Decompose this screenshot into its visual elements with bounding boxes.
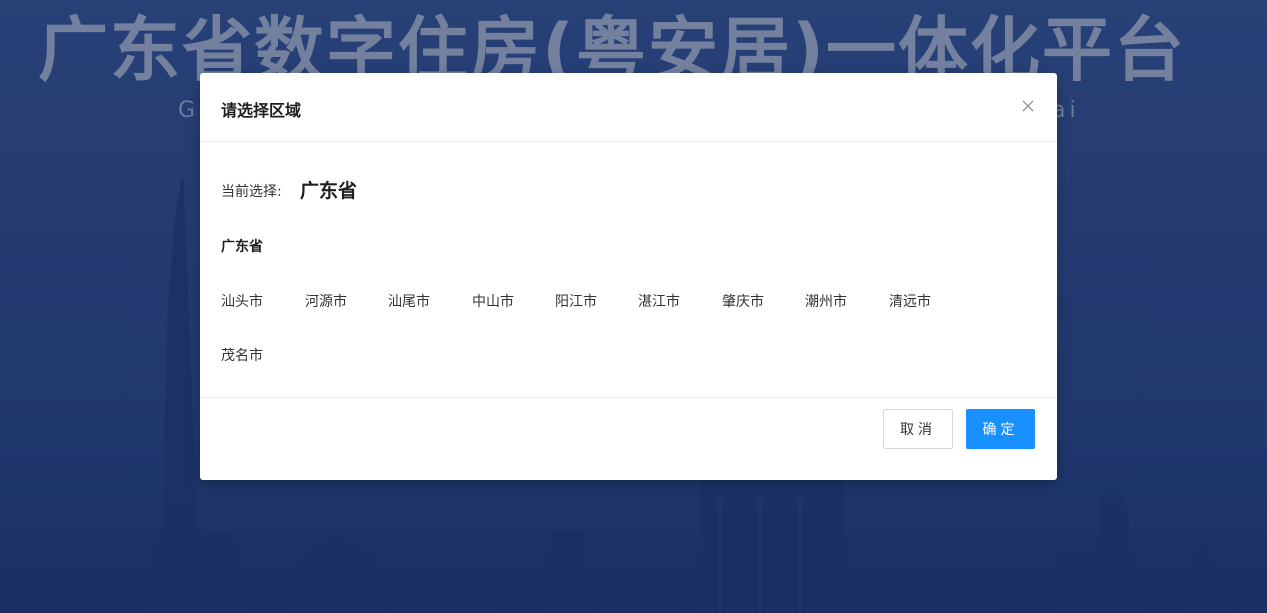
dialog-title: 请选择区域 bbox=[221, 101, 302, 120]
dialog-footer: 取消 确定 bbox=[200, 398, 1057, 481]
city-option[interactable]: 潮州市 bbox=[805, 291, 847, 311]
city-option[interactable]: 阳江市 bbox=[555, 291, 597, 311]
province-heading[interactable]: 广东省 bbox=[221, 236, 263, 256]
dialog-header: 请选择区域 bbox=[200, 73, 1057, 142]
city-option[interactable]: 肇庆市 bbox=[722, 291, 764, 311]
city-option[interactable]: 茂名市 bbox=[221, 345, 263, 365]
city-option[interactable]: 汕尾市 bbox=[388, 291, 430, 311]
region-select-dialog: 请选择区域 当前选择: 广东省 广东省 汕头市 河源市 汕尾市 中山市 阳江市 … bbox=[200, 73, 1057, 480]
cancel-button[interactable]: 取消 bbox=[883, 409, 953, 449]
city-option[interactable]: 中山市 bbox=[472, 291, 514, 311]
current-selection-label: 当前选择: bbox=[221, 184, 282, 200]
current-selection-value: 广东省 bbox=[300, 180, 358, 202]
city-option[interactable]: 河源市 bbox=[305, 291, 347, 311]
dialog-body: 当前选择: 广东省 广东省 汕头市 河源市 汕尾市 中山市 阳江市 湛江市 肇庆… bbox=[200, 142, 1057, 398]
page-background: 广东省数字住房(粤安居)一体化平台 G ai 请选择区域 当前选择: 广东省 广… bbox=[0, 0, 1267, 613]
city-option[interactable]: 湛江市 bbox=[638, 291, 680, 311]
close-icon[interactable] bbox=[1017, 95, 1039, 117]
city-option[interactable]: 清远市 bbox=[889, 291, 931, 311]
confirm-button[interactable]: 确定 bbox=[966, 409, 1035, 449]
city-option[interactable]: 汕头市 bbox=[221, 291, 263, 311]
